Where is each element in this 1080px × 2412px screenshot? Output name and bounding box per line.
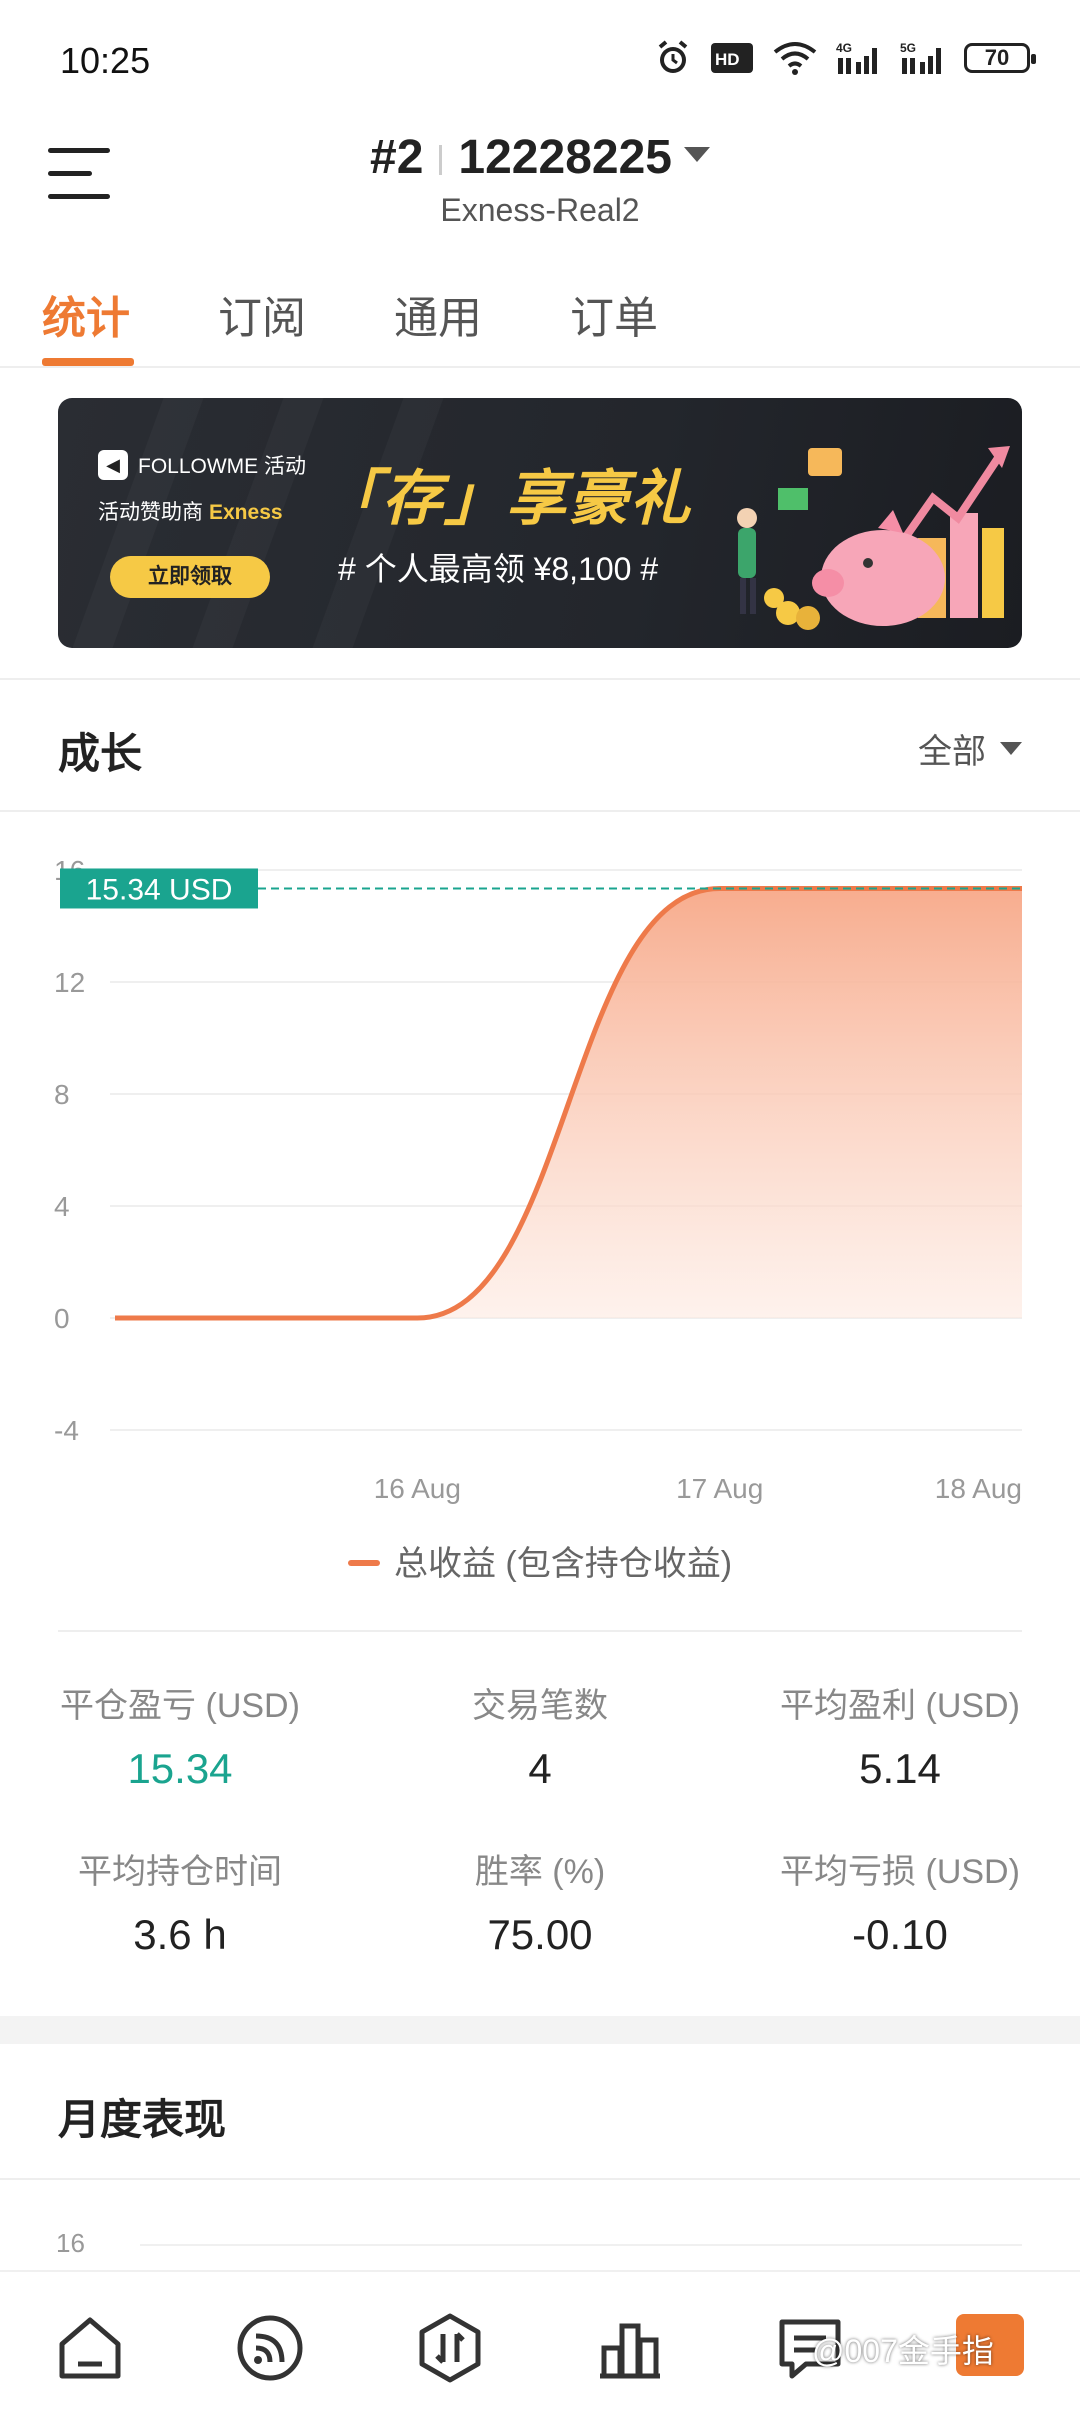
- 5g-signal-icon: 5G: [900, 38, 946, 78]
- bottom-nav: @007金手指: [0, 2270, 1080, 2412]
- feed-icon[interactable]: [230, 2308, 310, 2388]
- growth-chart-svg: 1612840-416 Aug17 Aug18 Aug 15.34 USD: [54, 855, 1022, 1504]
- y-tick-label: 8: [54, 1079, 70, 1110]
- legend-label: 总收益 (包含持仓收益): [393, 1545, 733, 1583]
- stat-label: 交易笔数: [472, 1687, 608, 1725]
- status-bar: 10:25 HD 4G 5G 70: [0, 0, 1080, 120]
- ranking-icon[interactable]: [590, 2308, 670, 2388]
- piggy-bank-illustration: [737, 446, 1010, 630]
- section-gap: [0, 2016, 1080, 2044]
- account-number: 12228225: [458, 131, 672, 184]
- 4g-signal-icon: 4G: [836, 38, 882, 78]
- stat-value: 4: [528, 1745, 552, 1792]
- current-value-label: 15.34 USD: [86, 873, 233, 906]
- svg-text:HD: HD: [715, 50, 740, 69]
- account-server: Exness-Real2: [440, 192, 640, 228]
- trade-icon[interactable]: [410, 2308, 490, 2388]
- monthly-title: 月度表现: [58, 2096, 227, 2143]
- battery-icon: 70: [964, 38, 1036, 78]
- hd-icon: HD: [710, 38, 754, 78]
- monthly-gridline: [140, 2244, 1022, 2246]
- wifi-icon: [772, 38, 818, 78]
- stat-label: 平均持仓时间: [78, 1853, 282, 1891]
- stat-value: 15.34: [127, 1745, 233, 1792]
- stat-label: 胜率 (%): [474, 1853, 606, 1891]
- stat-value: -0.10: [852, 1911, 948, 1958]
- stat-trade-count: 交易笔数 4: [360, 1678, 720, 1793]
- banner-sponsor-name: Exness: [209, 501, 283, 524]
- svg-text:5G: 5G: [900, 41, 916, 55]
- chevron-down-icon: [1000, 742, 1022, 755]
- stat-label: 平均亏损 (USD): [780, 1853, 1020, 1891]
- tab-general[interactable]: 通用: [394, 282, 482, 346]
- stat-avg-loss: 平均亏损 (USD) -0.10: [720, 1844, 1080, 1959]
- app-header: #2 12228225 Exness-Real2: [0, 120, 1080, 250]
- x-tick-label: 17 Aug: [676, 1473, 763, 1504]
- status-icons: HD 4G 5G 70: [654, 38, 1036, 78]
- banner-headline: 「存」享豪礼: [320, 465, 692, 532]
- y-tick-label: 12: [54, 967, 85, 998]
- stat-avg-hold-time: 平均持仓时间 3.6 h: [0, 1844, 360, 1959]
- banner-sponsor-prefix: 活动赞助商: [98, 501, 203, 524]
- account-index: #2: [370, 131, 424, 184]
- home-icon[interactable]: [50, 2308, 130, 2388]
- active-tab-indicator: [42, 358, 134, 366]
- megaphone-icon: ◀: [98, 450, 128, 480]
- banner-brand-text: FOLLOWME 活动: [138, 455, 307, 478]
- divider: [439, 145, 443, 176]
- banner-claim-button[interactable]: 立即领取: [110, 556, 270, 598]
- section-divider: [58, 1630, 1022, 1632]
- chart-legend: 总收益 (包含持仓收益): [0, 1536, 1080, 1585]
- section-divider: [0, 678, 1080, 680]
- stat-value: 75.00: [487, 1911, 593, 1958]
- tab-bar: 统计 订阅 通用 订单: [0, 270, 1080, 368]
- tab-statistics[interactable]: 统计: [42, 282, 130, 346]
- tab-subscriptions[interactable]: 订阅: [218, 282, 306, 346]
- legend-swatch: [347, 1560, 380, 1567]
- growth-title: 成长: [58, 730, 143, 777]
- banner-sponsor: 活动赞助商 Exness: [98, 496, 283, 526]
- y-tick-label: -4: [54, 1415, 79, 1446]
- stat-label: 平仓盈亏 (USD): [60, 1687, 300, 1725]
- banner-subtitle: # 个人最高领 ¥8,100 #: [338, 551, 659, 587]
- section-divider: [0, 810, 1080, 812]
- svg-text:4G: 4G: [836, 41, 852, 55]
- y-tick-label: 4: [54, 1191, 70, 1222]
- growth-filter-dropdown[interactable]: 全部: [918, 724, 1022, 773]
- account-selector[interactable]: #2 12228225: [0, 130, 1080, 185]
- growth-filter-label: 全部: [918, 733, 986, 771]
- stat-value: 5.14: [859, 1745, 941, 1792]
- tab-orders[interactable]: 订单: [570, 282, 658, 346]
- stat-win-rate: 胜率 (%) 75.00: [360, 1844, 720, 1959]
- y-tick-label: 0: [54, 1303, 70, 1334]
- banner-brand: ◀ FOLLOWME 活动: [98, 450, 306, 480]
- monthly-y-tick: 16: [56, 2228, 85, 2258]
- stat-label: 平均盈利 (USD): [780, 1687, 1020, 1725]
- battery-level: 70: [964, 43, 1036, 73]
- stat-avg-profit: 平均盈利 (USD) 5.14: [720, 1678, 1080, 1793]
- promo-banner[interactable]: ◀ FOLLOWME 活动 活动赞助商 Exness 立即领取 「存」享豪礼 # …: [58, 398, 1022, 648]
- stat-closed-pl: 平仓盈亏 (USD) 15.34: [0, 1678, 360, 1793]
- x-tick-label: 18 Aug: [935, 1473, 1022, 1504]
- status-time: 10:25: [60, 40, 151, 81]
- stat-value: 3.6 h: [133, 1911, 227, 1958]
- section-divider: [0, 2178, 1080, 2180]
- x-tick-label: 16 Aug: [374, 1473, 461, 1504]
- watermark: @007金手指: [812, 2333, 994, 2369]
- chevron-down-icon: [683, 146, 710, 162]
- growth-chart: 1612840-416 Aug17 Aug18 Aug 15.34 USD: [0, 840, 1080, 1560]
- alarm-icon: [654, 38, 692, 78]
